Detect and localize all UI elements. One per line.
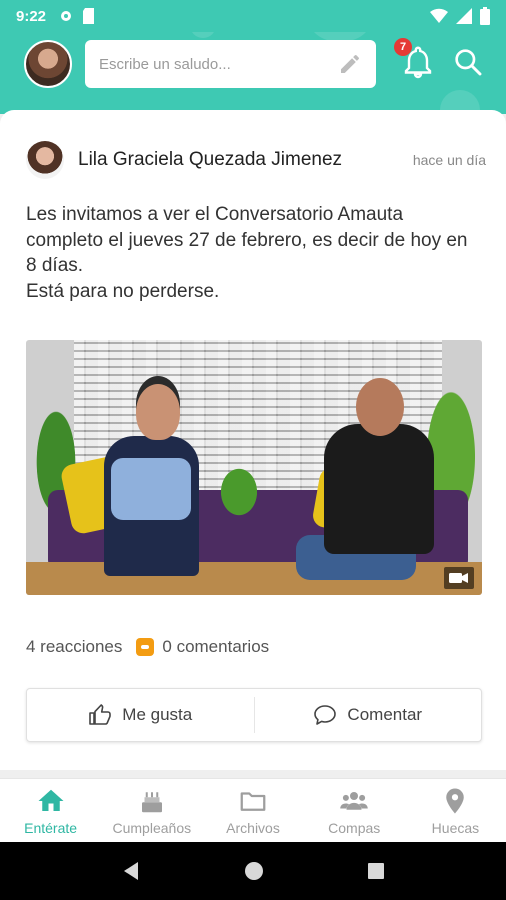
post-video[interactable] <box>26 340 482 595</box>
nav-item-huecas[interactable]: Huecas <box>405 779 506 842</box>
post-header: Lila Graciela Quezada Jimenez hace un dí… <box>26 140 486 180</box>
bottom-nav: Entérate Cumpleaños Archivos Compas Huec… <box>0 778 506 842</box>
wifi-icon <box>430 8 448 23</box>
home-icon <box>38 789 64 811</box>
status-bar: 9:22 <box>0 0 506 32</box>
signal-icon <box>456 8 472 24</box>
thumbs-up-icon <box>89 704 112 725</box>
recents-icon[interactable] <box>366 861 386 881</box>
post-text: Les invitamos a ver el Conversatorio Ama… <box>26 204 468 302</box>
settings-icon <box>61 11 72 21</box>
group-icon <box>340 791 368 810</box>
cake-icon <box>141 791 162 812</box>
notification-badge: 7 <box>394 38 412 56</box>
comment-button[interactable]: Comentar <box>255 689 482 741</box>
back-icon[interactable] <box>120 860 142 882</box>
video-person-shirt <box>111 458 191 520</box>
post-card: Lila Graciela Quezada Jimenez hace un dí… <box>0 110 506 770</box>
comments-count[interactable]: 0 comentarios <box>162 637 269 657</box>
post-actions: Me gusta Comentar <box>26 688 482 742</box>
post-author[interactable]: Lila Graciela Quezada Jimenez <box>78 149 342 171</box>
video-camera-icon <box>444 567 474 589</box>
video-person-head <box>136 384 180 440</box>
like-label: Me gusta <box>122 705 193 724</box>
nav-label: Compas <box>328 819 381 836</box>
author-avatar[interactable] <box>26 141 64 179</box>
nav-item-enterate[interactable]: Entérate <box>0 779 101 842</box>
notifications-button[interactable]: 7 <box>394 38 436 80</box>
comment-icon <box>314 705 337 725</box>
user-avatar[interactable] <box>24 40 72 88</box>
location-pin-icon <box>446 788 465 813</box>
video-plant <box>211 468 267 528</box>
video-person <box>324 424 434 554</box>
folder-icon <box>240 791 266 811</box>
greeting-field[interactable] <box>85 40 376 88</box>
video-person-head <box>356 378 404 436</box>
nav-item-compas[interactable]: Compas <box>304 779 405 842</box>
nav-label: Huecas <box>431 819 480 836</box>
search-icon <box>455 49 482 76</box>
pencil-icon[interactable] <box>338 52 362 76</box>
comment-bubble-icon <box>136 638 155 656</box>
battery-icon <box>480 7 490 25</box>
search-button[interactable] <box>452 46 484 78</box>
nav-label: Entérate <box>24 819 78 836</box>
reactions-count[interactable]: 4 reacciones <box>26 637 122 657</box>
greeting-input[interactable] <box>99 55 329 73</box>
sd-card-icon <box>83 8 95 24</box>
header-decoration <box>190 32 216 38</box>
system-nav-bar <box>0 842 506 900</box>
nav-item-archivos[interactable]: Archivos <box>202 779 303 842</box>
home-circle-icon[interactable] <box>243 860 265 882</box>
app-header: 7 <box>0 32 506 114</box>
nav-label: Archivos <box>226 819 280 836</box>
status-time: 9:22 <box>16 7 47 25</box>
like-button[interactable]: Me gusta <box>27 689 254 741</box>
post-time: hace un día <box>412 152 486 168</box>
nav-label: Cumpleaños <box>112 819 192 836</box>
nav-item-cumpleanos[interactable]: Cumpleaños <box>101 779 202 842</box>
comment-label: Comentar <box>347 705 423 724</box>
post-stats: 4 reacciones 0 comentarios <box>26 635 482 659</box>
